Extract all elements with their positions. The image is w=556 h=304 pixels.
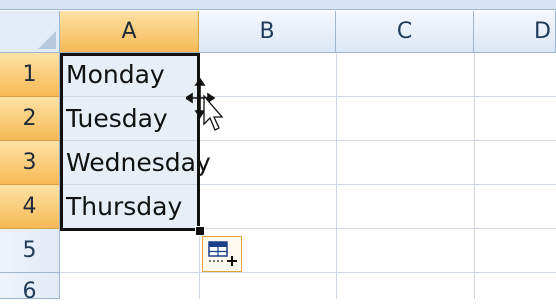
row-header-4-label: 4 xyxy=(22,194,37,219)
column-header-a[interactable]: A xyxy=(60,11,199,53)
select-all-icon xyxy=(38,31,56,49)
row-header-3-label: 3 xyxy=(22,150,37,175)
row-header-2-label: 2 xyxy=(22,106,37,131)
row-header-6-label: 6 xyxy=(22,279,37,304)
column-header-c[interactable]: C xyxy=(336,11,474,53)
selection-border[interactable] xyxy=(60,53,200,231)
formula-bar-edge xyxy=(0,0,556,10)
move-cursor-icon xyxy=(186,78,224,131)
column-header-a-label: A xyxy=(121,19,137,44)
autofill-options-button[interactable] xyxy=(202,236,242,272)
fill-handle[interactable] xyxy=(195,226,205,236)
column-header-d[interactable]: D xyxy=(474,11,556,53)
column-header-b[interactable]: B xyxy=(199,11,336,53)
select-all-button[interactable] xyxy=(0,11,60,53)
row-header-2[interactable]: 2 xyxy=(0,97,60,141)
row-header-5[interactable]: 5 xyxy=(0,229,60,273)
column-header-d-label: D xyxy=(534,19,551,44)
autofill-options-icon xyxy=(208,241,237,266)
grid-line xyxy=(474,53,475,299)
row-header-4[interactable]: 4 xyxy=(0,185,60,229)
grid-line xyxy=(336,53,337,299)
column-header-b-label: B xyxy=(259,19,275,44)
row-header-1-label: 1 xyxy=(22,62,37,87)
row-header-3[interactable]: 3 xyxy=(0,141,60,185)
row-header-5-label: 5 xyxy=(22,238,37,263)
column-header-c-label: C xyxy=(396,19,413,44)
grid-line xyxy=(60,272,556,273)
row-header-1[interactable]: 1 xyxy=(0,53,60,97)
row-header-6[interactable]: 6 xyxy=(0,273,60,304)
